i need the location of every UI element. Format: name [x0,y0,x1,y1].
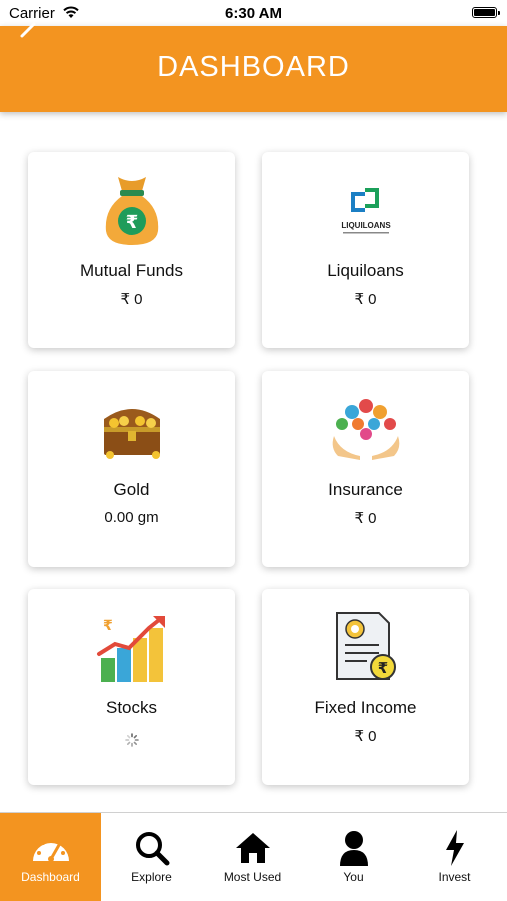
card-liquiloans[interactable]: LIQUILOANS Liquiloans ₹ 0 [262,152,469,348]
treasure-chest-icon [28,389,235,469]
svg-text:₹: ₹ [377,659,387,677]
battery-icon [472,7,500,18]
loading-spinner-icon [125,733,139,747]
header-bar: DASHBOARD [0,22,507,112]
card-fixed-income[interactable]: ₹ Fixed Income ₹ 0 [262,589,469,785]
card-mutual-funds[interactable]: ₹ Mutual Funds ₹ 0 [28,152,235,348]
speedometer-icon [0,829,101,867]
certificate-icon: ₹ [262,607,469,687]
tab-most-used[interactable]: Most Used [202,813,303,901]
bottom-navigation: Dashboard Explore Most Used You Invest [0,812,507,901]
svg-text:₹: ₹ [125,212,138,233]
user-icon [303,829,404,867]
tab-explore[interactable]: Explore [101,813,202,901]
card-value: ₹ 0 [354,510,377,527]
card-title: Liquiloans [327,261,404,280]
home-icon [202,829,303,867]
money-bag-icon: ₹ [28,170,235,250]
card-value: ₹ 0 [120,291,143,308]
card-title: Stocks [105,698,158,717]
search-icon [101,829,202,867]
card-title: Fixed Income [314,698,417,717]
card-title: Insurance [328,480,403,499]
svg-text:LIQUILOANS: LIQUILOANS [341,221,391,230]
stocks-chart-icon: ₹ [28,607,235,687]
tab-label: You [343,870,364,884]
back-arrow-icon[interactable] [12,18,42,48]
tab-label: Invest [438,870,471,884]
insurance-hands-icon [262,389,469,469]
lightning-icon [404,829,505,867]
card-value: 0.00 gm [104,509,159,526]
tab-label: Most Used [223,870,282,884]
clock: 6:30 AM [225,5,282,22]
card-insurance[interactable]: Insurance ₹ 0 [262,371,469,567]
card-stocks[interactable]: ₹ Stocks [28,589,235,785]
card-value: ₹ 0 [354,291,377,308]
svg-text:₹: ₹ [103,618,113,634]
tab-dashboard[interactable]: Dashboard [0,813,101,901]
page-title: DASHBOARD [157,51,350,83]
tab-you[interactable]: You [303,813,404,901]
card-gold[interactable]: Gold 0.00 gm [28,371,235,567]
card-value: ₹ 0 [354,728,377,745]
tab-invest[interactable]: Invest [404,813,505,901]
tab-label: Dashboard [21,870,80,884]
tab-label: Explore [131,870,172,884]
card-title: Mutual Funds [80,261,183,280]
card-title: Gold [113,480,150,499]
liquiloans-logo: LIQUILOANS [262,170,469,250]
status-bar: Carrier 6:30 AM [0,0,507,26]
